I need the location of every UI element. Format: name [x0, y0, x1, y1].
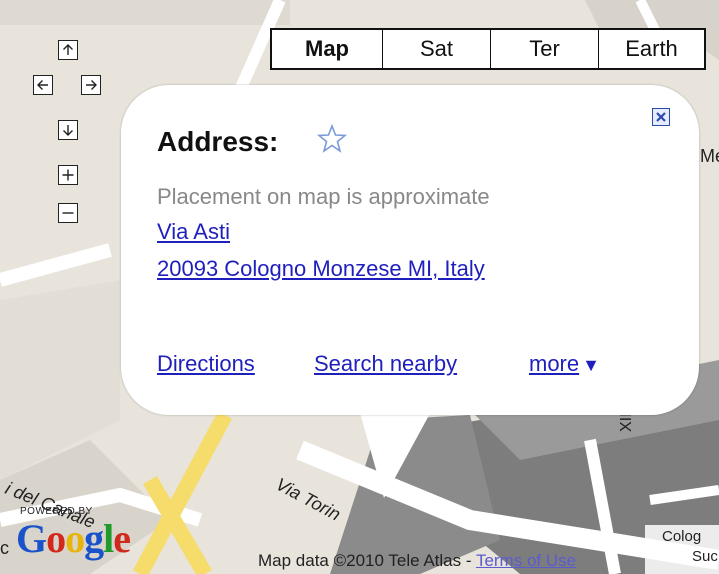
address-city-link[interactable]: 20093 Cologno Monzese MI, Italy	[157, 256, 485, 282]
search-nearby-link[interactable]: Search nearby	[314, 351, 457, 377]
zoom-in-button[interactable]	[58, 165, 78, 185]
map-label-left-cut: c	[0, 538, 9, 558]
map-type-selector: Map Sat Ter Earth	[270, 28, 706, 70]
map-type-earth-button[interactable]: Earth	[598, 30, 704, 68]
google-logo[interactable]: Google	[16, 515, 131, 562]
plus-icon	[62, 169, 74, 181]
info-window: Address: Placement on map is approximate…	[121, 85, 699, 415]
minus-icon	[62, 212, 74, 214]
right-arrow-icon	[86, 80, 97, 90]
address-street-link[interactable]: Via Asti	[157, 219, 230, 245]
down-arrow-icon	[63, 125, 73, 136]
pan-left-button[interactable]	[33, 75, 53, 95]
map-label-right-top: Me	[700, 146, 719, 166]
terms-of-use-link[interactable]: Terms of Use	[476, 551, 576, 570]
placement-note: Placement on map is approximate	[157, 184, 490, 209]
star-icon[interactable]	[316, 123, 348, 155]
close-button[interactable]	[652, 108, 670, 126]
dropdown-triangle-icon: ▼	[582, 355, 600, 375]
directions-link[interactable]: Directions	[157, 351, 255, 377]
copyright-text: Map data ©2010 Tele Atlas -	[258, 551, 476, 570]
map-type-map-button[interactable]: Map	[272, 30, 382, 68]
more-link-label: more	[529, 351, 580, 376]
map-type-ter-button[interactable]: Ter	[490, 30, 598, 68]
info-window-title: Address:	[157, 126, 279, 157]
map-label-cologno: Colog	[662, 528, 702, 545]
left-arrow-icon	[37, 80, 48, 90]
pan-right-button[interactable]	[81, 75, 101, 95]
up-arrow-icon	[63, 44, 73, 55]
close-icon	[656, 112, 666, 122]
map-label-suc: Suc	[692, 548, 718, 565]
pan-down-button[interactable]	[58, 120, 78, 140]
more-link[interactable]: more ▼	[529, 351, 600, 377]
map-copyright: Map data ©2010 Tele Atlas - Terms of Use	[258, 551, 576, 571]
zoom-out-button[interactable]	[58, 203, 78, 223]
pan-up-button[interactable]	[58, 40, 78, 60]
map-type-sat-button[interactable]: Sat	[382, 30, 490, 68]
